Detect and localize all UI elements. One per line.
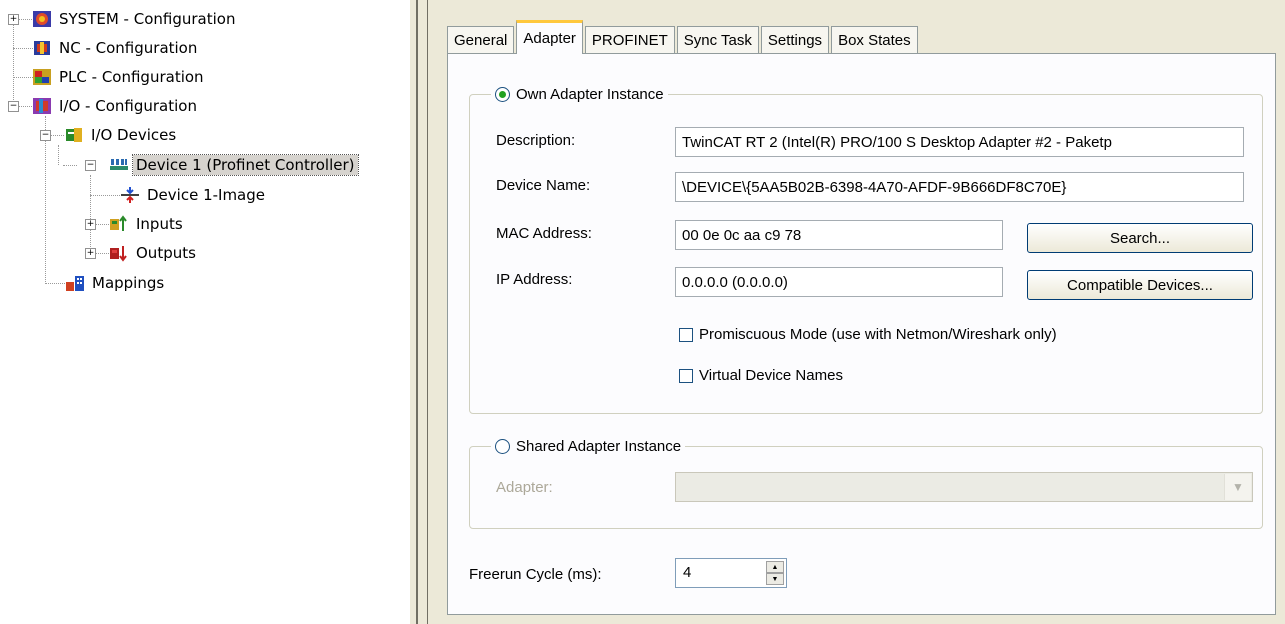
tree-item-inputs[interactable]: Inputs bbox=[109, 212, 186, 236]
tree-item-device1-image[interactable]: Device 1-Image bbox=[120, 183, 268, 207]
device-name-field[interactable]: \DEVICE\{5AA5B02B-6398-4A70-AFDF-9B666DF… bbox=[675, 172, 1244, 202]
tree-item-label: NC - Configuration bbox=[59, 39, 198, 57]
own-adapter-radio[interactable]: Own Adapter Instance bbox=[491, 81, 668, 107]
collapse-icon[interactable]: − bbox=[8, 101, 19, 112]
expand-icon[interactable]: + bbox=[85, 219, 96, 230]
adapter-tab-page: Own Adapter Instance Description: TwinCA… bbox=[447, 53, 1276, 615]
tree-item-label: I/O Devices bbox=[91, 126, 177, 144]
tree-item-label: I/O - Configuration bbox=[59, 97, 197, 115]
tree-line bbox=[13, 77, 33, 78]
process-image-icon bbox=[120, 186, 140, 204]
tree-line bbox=[90, 175, 91, 255]
tab-general[interactable]: General bbox=[447, 26, 515, 54]
system-config-icon bbox=[32, 10, 52, 28]
tree-line bbox=[18, 19, 32, 20]
tree-item-plc[interactable]: PLC - Configuration bbox=[32, 65, 207, 89]
tree-item-io[interactable]: I/O - Configuration bbox=[32, 94, 200, 118]
own-adapter-label: Own Adapter Instance bbox=[516, 85, 664, 103]
checkbox-icon bbox=[679, 368, 693, 383]
tree-line bbox=[45, 283, 65, 284]
ip-address-field[interactable]: 0.0.0.0 (0.0.0.0) bbox=[675, 267, 1003, 297]
collapse-icon[interactable]: − bbox=[85, 160, 96, 171]
io-devices-icon bbox=[64, 126, 84, 144]
tree-item-mappings[interactable]: Mappings bbox=[65, 271, 167, 295]
promiscuous-mode-label: Promiscuous Mode (use with Netmon/Wiresh… bbox=[699, 326, 1057, 343]
expand-icon[interactable]: + bbox=[8, 14, 19, 25]
tree-line bbox=[95, 253, 109, 254]
adapter-select[interactable]: ▼ bbox=[675, 472, 1253, 502]
plc-config-icon bbox=[32, 68, 52, 86]
ip-address-label: IP Address: bbox=[496, 271, 573, 288]
nc-config-icon bbox=[32, 39, 52, 57]
adapter-label: Adapter: bbox=[496, 479, 553, 496]
tree-item-system[interactable]: SYSTEM - Configuration bbox=[32, 7, 238, 31]
tree-line bbox=[13, 48, 33, 49]
description-field[interactable]: TwinCAT RT 2 (Intel(R) PRO/100 S Desktop… bbox=[675, 127, 1244, 157]
radio-selected-icon bbox=[495, 86, 510, 102]
collapse-icon[interactable]: − bbox=[40, 130, 51, 141]
tab-settings[interactable]: Settings bbox=[760, 26, 830, 54]
tree-item-label: Inputs bbox=[136, 215, 183, 233]
tree-item-label: PLC - Configuration bbox=[59, 68, 204, 86]
tree-item-outputs[interactable]: Outputs bbox=[109, 241, 199, 265]
freerun-cycle-value: 4 bbox=[683, 564, 692, 581]
tab-strip: General Adapter PROFINET Sync Task Setti… bbox=[447, 18, 920, 54]
shared-adapter-label: Shared Adapter Instance bbox=[516, 437, 682, 455]
tree-item-label: Outputs bbox=[136, 244, 196, 262]
tree-item-label: Device 1 (Profinet Controller) bbox=[132, 154, 359, 176]
radio-unselected-icon bbox=[495, 438, 510, 454]
mappings-icon bbox=[65, 274, 85, 292]
device-tree: + − − − + + SYSTEM - Configuration NC - … bbox=[0, 0, 410, 624]
outputs-icon bbox=[109, 244, 129, 262]
pane-splitter[interactable] bbox=[410, 0, 428, 624]
freerun-cycle-stepper[interactable]: 4 ▲ ▼ bbox=[675, 558, 787, 588]
tree-item-label: SYSTEM - Configuration bbox=[59, 10, 236, 28]
tree-item-io-devices[interactable]: I/O Devices bbox=[64, 123, 179, 147]
io-config-icon bbox=[32, 97, 52, 115]
profinet-device-icon bbox=[109, 156, 129, 174]
mac-address-label: MAC Address: bbox=[496, 225, 592, 242]
tab-profinet[interactable]: PROFINET bbox=[584, 26, 675, 54]
tree-item-nc[interactable]: NC - Configuration bbox=[32, 36, 200, 60]
checkbox-icon bbox=[679, 327, 693, 342]
expand-icon[interactable]: + bbox=[85, 248, 96, 259]
freerun-cycle-label: Freerun Cycle (ms): bbox=[469, 566, 602, 583]
device-name-label: Device Name: bbox=[496, 177, 591, 194]
tab-box-states[interactable]: Box States bbox=[831, 26, 918, 54]
tree-line bbox=[50, 135, 64, 136]
promiscuous-mode-checkbox[interactable]: Promiscuous Mode (use with Netmon/Wiresh… bbox=[679, 326, 1057, 343]
search-button[interactable]: Search... bbox=[1027, 223, 1253, 253]
shared-adapter-radio[interactable]: Shared Adapter Instance bbox=[491, 433, 686, 459]
virtual-device-names-label: Virtual Device Names bbox=[699, 367, 843, 384]
properties-panel: General Adapter PROFINET Sync Task Setti… bbox=[428, 0, 1285, 624]
virtual-device-names-checkbox[interactable]: Virtual Device Names bbox=[679, 367, 843, 384]
spin-down-icon[interactable]: ▼ bbox=[766, 573, 784, 585]
description-label: Description: bbox=[496, 132, 576, 149]
tab-adapter[interactable]: Adapter bbox=[516, 20, 583, 54]
tree-line bbox=[13, 24, 14, 106]
tab-sync-task[interactable]: Sync Task bbox=[676, 26, 759, 54]
spin-up-icon[interactable]: ▲ bbox=[766, 561, 784, 573]
tree-line bbox=[45, 116, 46, 284]
inputs-icon bbox=[109, 215, 129, 233]
tree-line bbox=[63, 165, 77, 166]
tree-item-label: Device 1-Image bbox=[147, 186, 266, 204]
mac-address-field[interactable]: 00 0e 0c aa c9 78 bbox=[675, 220, 1003, 250]
tree-line bbox=[18, 106, 32, 107]
compatible-devices-button[interactable]: Compatible Devices... bbox=[1027, 270, 1253, 300]
chevron-down-icon[interactable]: ▼ bbox=[1224, 474, 1251, 500]
tree-line bbox=[90, 195, 120, 196]
tree-item-label: Mappings bbox=[92, 274, 165, 292]
tree-line bbox=[95, 224, 109, 225]
tree-item-device1[interactable]: Device 1 (Profinet Controller) bbox=[109, 153, 359, 177]
tree-line bbox=[58, 145, 59, 165]
